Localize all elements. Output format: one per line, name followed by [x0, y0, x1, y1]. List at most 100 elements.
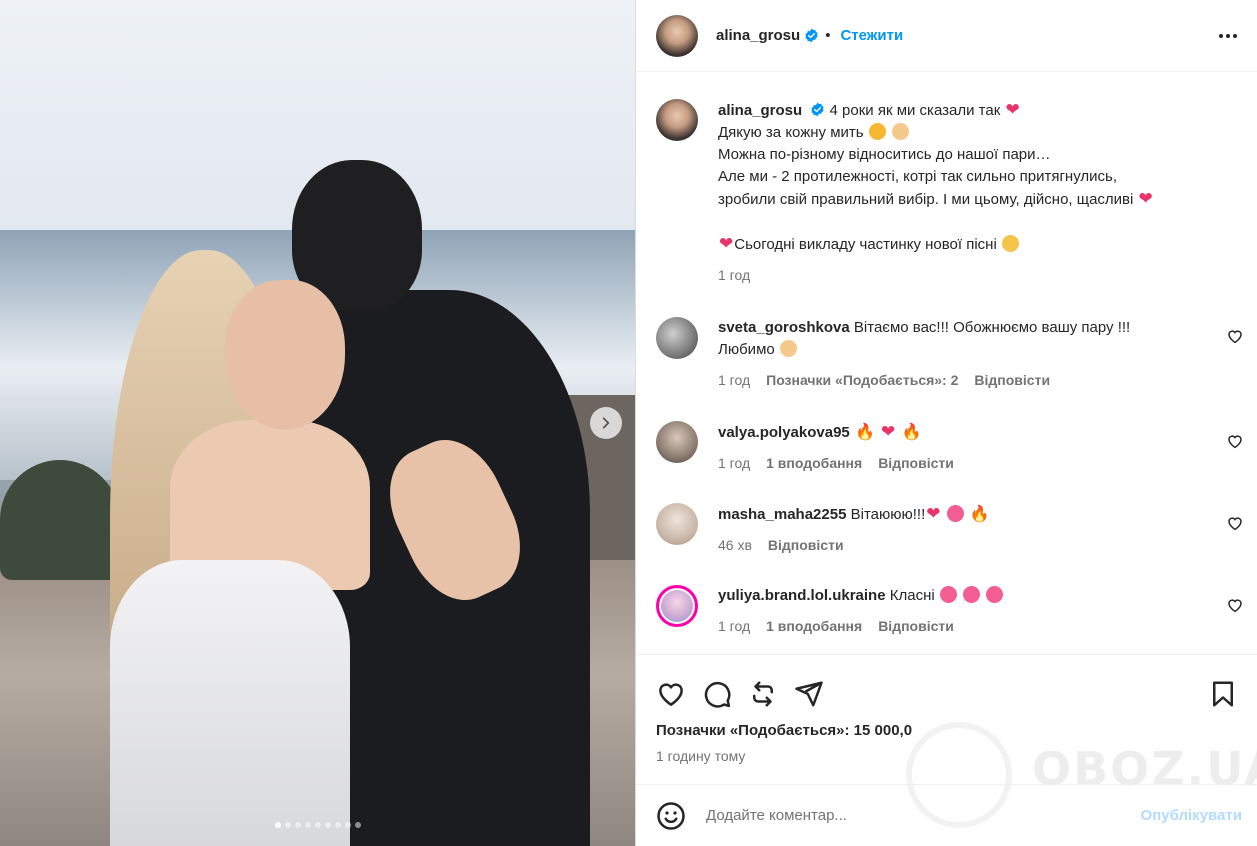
comment-text: Вітаююю!!! [850, 506, 926, 523]
heart-emoji-icon: ❤ [719, 234, 734, 253]
heart-emoji-icon: ❤ [1138, 189, 1153, 208]
heart-eyes-emoji-icon [939, 586, 957, 603]
post-photo[interactable] [0, 0, 635, 846]
chevron-right-icon [602, 417, 610, 429]
author-username[interactable]: alina_grosu [716, 27, 800, 44]
comment-item: valya.polyakova95 🔥 ❤ 🔥 1 год 1 вподобан… [656, 421, 1188, 474]
comment-meta: 1 год 1 вподобання Відповісти [718, 615, 1188, 637]
carousel-dot [324, 822, 331, 828]
commenter-avatar[interactable] [656, 317, 698, 359]
carousel-dot [354, 822, 361, 828]
comment-item: masha_maha2255 Вітаююю!!!❤ 🔥 46 хв Відпо… [656, 503, 1188, 556]
reply-button[interactable]: Відповісти [768, 534, 844, 556]
fire-emoji-icon: 🔥 [854, 424, 875, 441]
heart-emoji-icon: ❤ [881, 422, 896, 441]
caption-avatar[interactable] [656, 99, 698, 141]
caption-time[interactable]: 1 год [718, 264, 750, 286]
comment-meta: 1 год 1 вподобання Відповісти [718, 452, 1188, 474]
comment-item: sveta_goroshkova Вітаємо вас!!! Обожнюєм… [656, 317, 1188, 391]
commenter-avatar[interactable] [656, 503, 698, 545]
reply-button[interactable]: Відповісти [974, 369, 1050, 391]
comment-composer: Опублікувати [636, 784, 1257, 846]
share-send-icon[interactable] [794, 679, 824, 709]
heart-hands-emoji-icon [891, 123, 909, 140]
post-time[interactable]: 1 годину тому [656, 748, 745, 764]
heart-eyes-emoji-icon [963, 586, 981, 603]
caption-line-5: зробили свій правильний вибір. І ми цьом… [718, 191, 1134, 208]
more-options-icon[interactable] [1219, 33, 1237, 38]
carousel-dot [294, 822, 301, 828]
publish-button[interactable]: Опублікувати [1141, 807, 1242, 824]
caption-line-2: Дякую за кожну мить [718, 124, 864, 141]
comment-like-heart-icon[interactable] [1226, 327, 1244, 345]
commenter-avatar[interactable] [656, 585, 698, 627]
likes-count[interactable]: Позначки «Подобається»: 15 000,0 [656, 722, 912, 739]
verified-badge-icon [810, 102, 825, 117]
fire-emoji-icon: 🔥 [969, 506, 990, 523]
comment-time[interactable]: 1 год [718, 615, 750, 637]
heart-emoji-icon: ❤ [1005, 100, 1020, 119]
comment-likes[interactable]: 1 вподобання [766, 615, 862, 637]
comment-meta: 1 год Позначки «Подобається»: 2 Відповіс… [718, 369, 1188, 391]
comment-bubble-icon[interactable] [702, 679, 732, 709]
post-actions-bar [636, 654, 1257, 717]
heart-eyes-emoji-icon [986, 586, 1004, 603]
reply-button[interactable]: Відповісти [878, 452, 954, 474]
reply-button[interactable]: Відповісти [878, 615, 954, 637]
commenter-username[interactable]: yuliya.brand.lol.ukraine [718, 587, 886, 604]
commenter-username[interactable]: masha_maha2255 [718, 506, 846, 523]
save-bookmark-icon[interactable] [1208, 679, 1238, 709]
comment-meta: 46 хв Відповісти [718, 534, 1188, 556]
photo-dress [110, 560, 350, 846]
commenter-username[interactable]: valya.polyakova95 [718, 424, 850, 441]
emoji-picker-icon[interactable] [656, 801, 686, 831]
comment-time[interactable]: 46 хв [718, 534, 752, 556]
carousel-dot [284, 822, 291, 828]
carousel-next-button[interactable] [590, 407, 622, 439]
smiling-emoji-icon [1001, 235, 1019, 252]
comment-time[interactable]: 1 год [718, 369, 750, 391]
caption-line-3: Можна по-різному відноситись до нашої па… [718, 146, 1051, 163]
caption-line-6: Сьогодні викладу частинку нової пісні [734, 236, 997, 253]
heart-hands-emoji-icon [779, 340, 797, 357]
caption-username[interactable]: alina_grosu [718, 102, 802, 119]
caption-meta: 1 год [718, 264, 1188, 286]
verified-badge-icon [804, 28, 819, 43]
fire-emoji-icon: 🔥 [901, 424, 922, 441]
comment-like-heart-icon[interactable] [1226, 432, 1244, 450]
like-heart-icon[interactable] [656, 679, 686, 709]
comment-time[interactable]: 1 год [718, 452, 750, 474]
author-avatar[interactable] [656, 14, 698, 57]
photo-woman-face [225, 280, 345, 430]
caption-line-4: Але ми - 2 протилежності, котрі так силь… [718, 168, 1117, 185]
post-details-panel: alina_grosu • Стежити alina_grosu 4 роки… [635, 0, 1257, 846]
comments-scroll-area[interactable]: alina_grosu 4 роки як ми сказали так ❤ Д… [636, 73, 1257, 653]
carousel-dot [344, 822, 351, 828]
comment-text: Вітаємо вас!!! Обожнюємо вашу пару !!! [853, 319, 1131, 336]
caption-entry: alina_grosu 4 роки як ми сказали так ❤ Д… [656, 99, 1188, 286]
comment-likes[interactable]: 1 вподобання [766, 452, 862, 474]
post-header: alina_grosu • Стежити [636, 0, 1257, 72]
follow-button[interactable]: Стежити [840, 27, 903, 44]
comment-text: Класні [889, 587, 935, 604]
carousel-indicator [0, 822, 635, 828]
commenter-avatar[interactable] [656, 421, 698, 463]
comment-item: yuliya.brand.lol.ukraine Класні 1 год 1 … [656, 585, 1188, 637]
carousel-dot [274, 822, 281, 828]
repost-icon[interactable] [748, 679, 778, 709]
heart-eyes-emoji-icon [946, 505, 964, 522]
carousel-dot [334, 822, 341, 828]
header-separator: • [825, 27, 831, 44]
comment-input[interactable] [706, 807, 1141, 824]
comment-text-2: Любимо [718, 341, 775, 358]
comment-like-heart-icon[interactable] [1226, 514, 1244, 532]
comment-likes[interactable]: Позначки «Подобається»: 2 [766, 369, 958, 391]
heart-emoji-icon: ❤ [926, 504, 941, 523]
carousel-dot [304, 822, 311, 828]
caption-line-1: 4 роки як ми сказали так [829, 102, 1001, 119]
photo-bush [0, 460, 120, 580]
commenter-username[interactable]: sveta_goroshkova [718, 319, 850, 336]
carousel-dot [314, 822, 321, 828]
comment-like-heart-icon[interactable] [1226, 596, 1244, 614]
hugging-emoji-icon [868, 123, 886, 140]
